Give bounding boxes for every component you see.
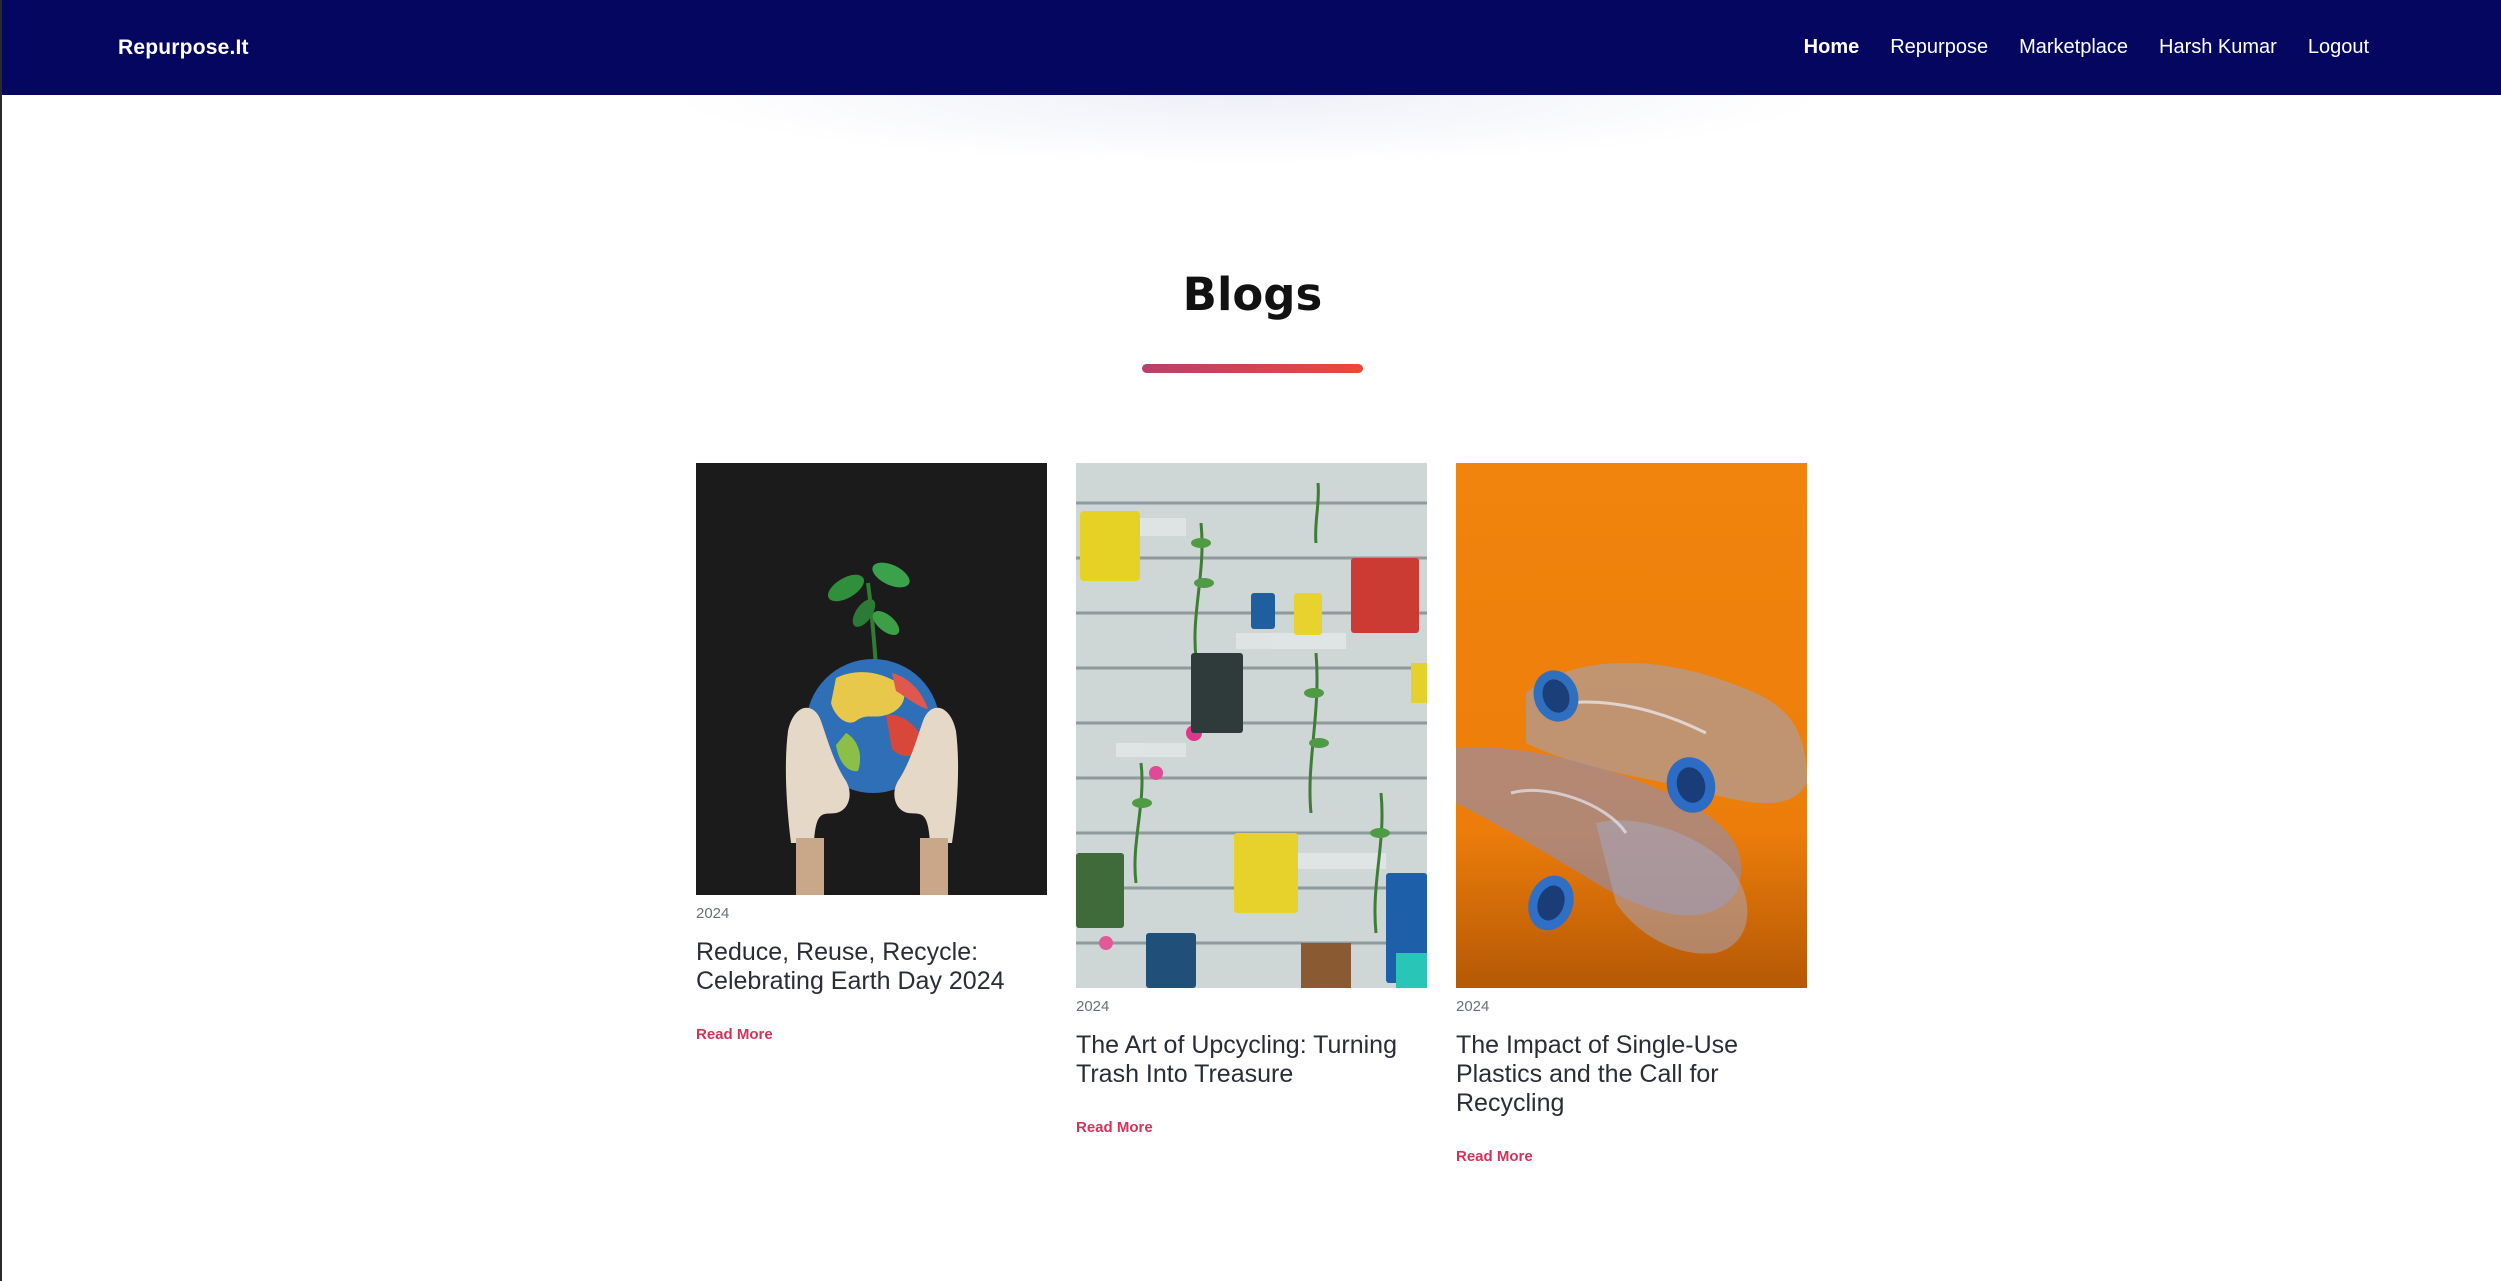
nav-user-profile[interactable]: Harsh Kumar — [2159, 36, 2277, 59]
header-shadow — [662, 95, 1832, 165]
brand-logo[interactable]: Repurpose.It — [118, 36, 249, 60]
read-more-link[interactable]: Read More — [1456, 1148, 1807, 1165]
post-title[interactable]: Reduce, Reuse, Recycle: Celebrating Eart… — [696, 938, 1047, 996]
tin-can-planters-photo[interactable] — [1076, 463, 1427, 988]
post-year: 2024 — [1456, 998, 1490, 1015]
read-more-link[interactable]: Read More — [1076, 1119, 1427, 1136]
nav-marketplace[interactable]: Marketplace — [2019, 36, 2128, 59]
nav-home[interactable]: Home — [1804, 36, 1860, 59]
top-navbar: Repurpose.It Home Repurpose Marketplace … — [2, 0, 2501, 95]
post-title[interactable]: The Impact of Single-Use Plastics and th… — [1456, 1031, 1807, 1118]
plastic-bottles-photo[interactable] — [1456, 463, 1807, 988]
globe-with-sprout-photo[interactable] — [696, 463, 1047, 895]
title-underline — [1142, 364, 1363, 373]
page-title: Blogs — [1182, 268, 1323, 321]
nav-repurpose[interactable]: Repurpose — [1890, 36, 1988, 59]
nav-links: Home Repurpose Marketplace Harsh Kumar L… — [1804, 36, 2369, 59]
blog-card: 2024 The Impact of Single-Use Plastics a… — [1456, 463, 1807, 1165]
blog-card: 2024 The Art of Upcycling: Turning Trash… — [1076, 463, 1427, 1136]
post-year: 2024 — [1076, 998, 1110, 1015]
post-title[interactable]: The Art of Upcycling: Turning Trash Into… — [1076, 1031, 1427, 1089]
read-more-link[interactable]: Read More — [696, 1026, 1047, 1043]
nav-logout[interactable]: Logout — [2308, 36, 2369, 59]
post-year: 2024 — [696, 905, 730, 922]
blog-card: 2024 Reduce, Reuse, Recycle: Celebrating… — [696, 463, 1047, 1043]
